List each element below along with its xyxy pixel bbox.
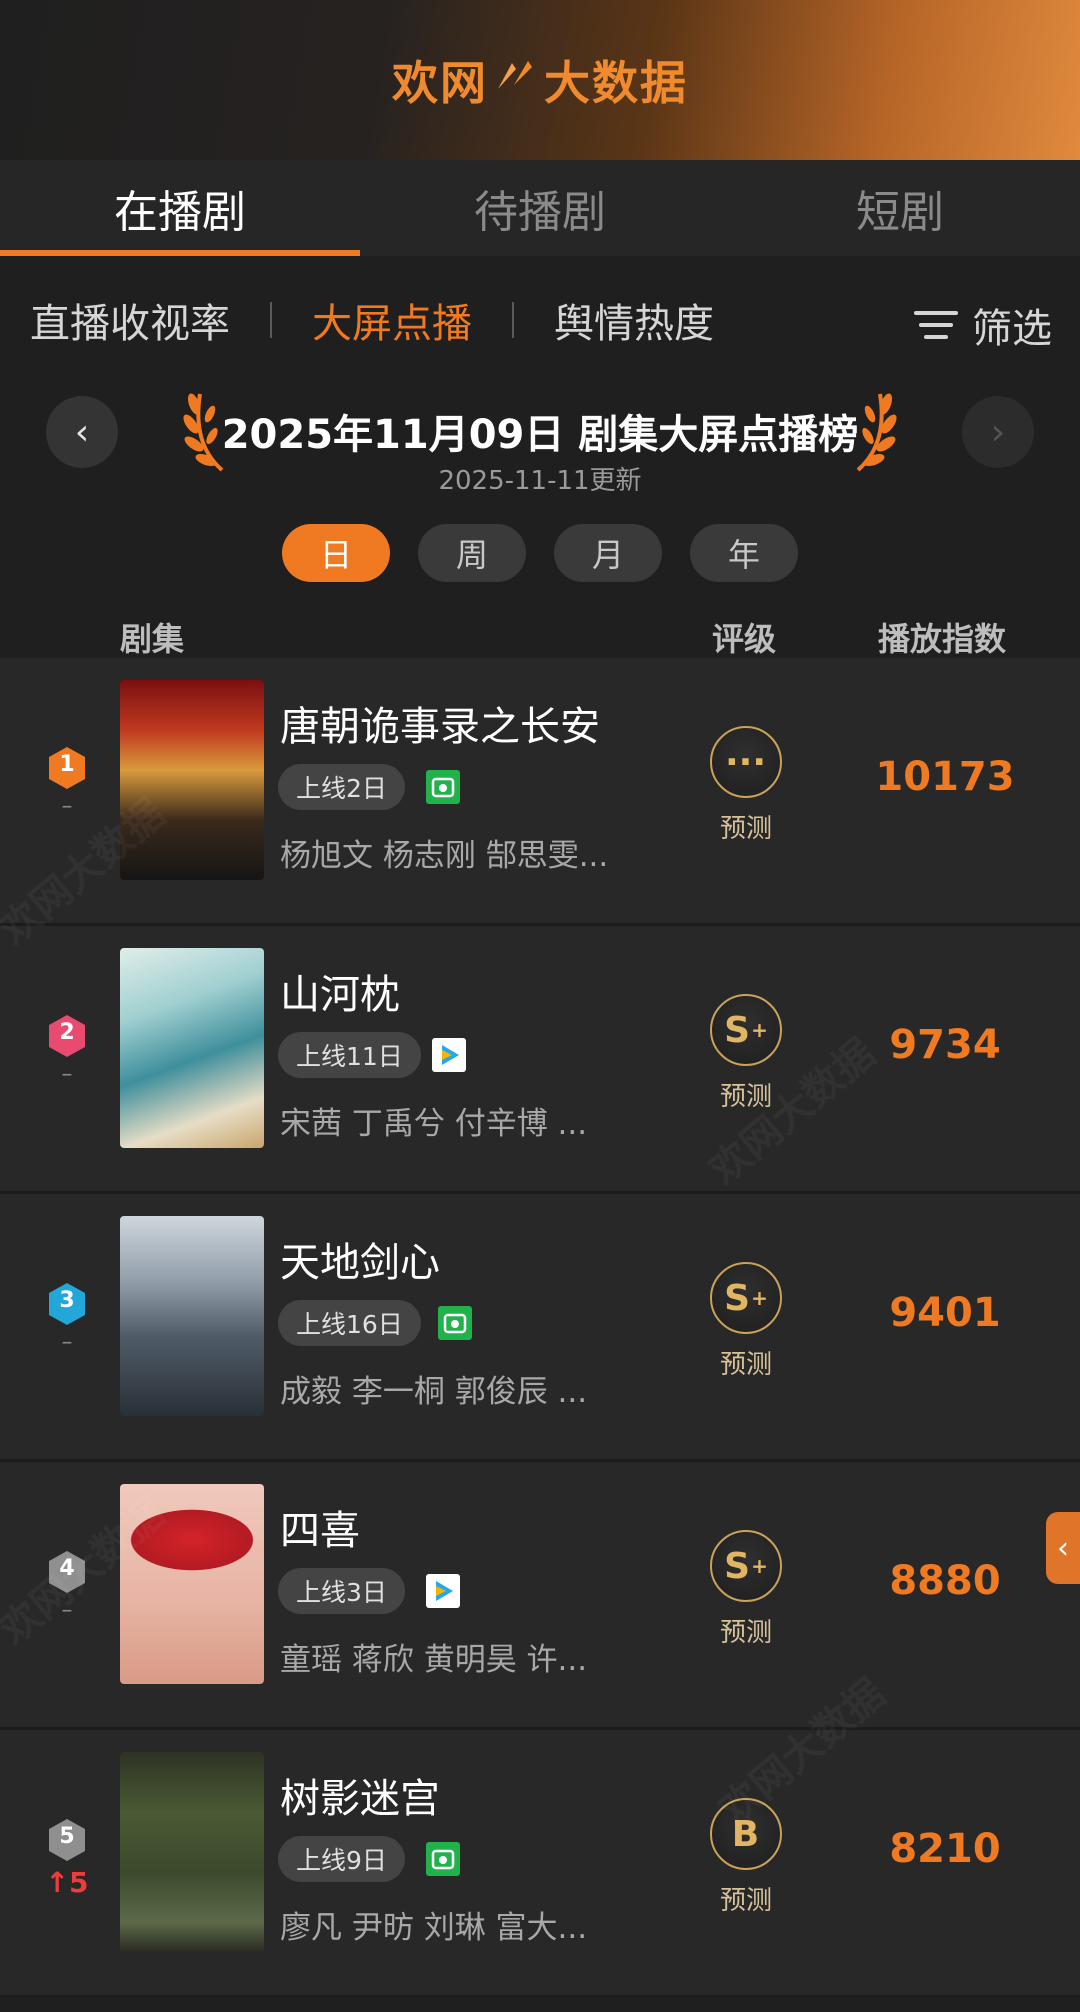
grade-badge: S + — [710, 994, 782, 1066]
rank-trend-up: ↑5 — [45, 1866, 89, 1899]
nav-vod[interactable]: 大屏点播 — [312, 291, 472, 349]
play-index-value: 9401 — [889, 1290, 1001, 1336]
rank-trend: – — [61, 794, 73, 819]
tencent-video-icon — [432, 1038, 466, 1072]
table-header: 剧集 评级 播放指数 — [0, 610, 1080, 660]
filter-label: 筛选 — [972, 306, 1052, 352]
rank-trend: – — [61, 1598, 73, 1623]
grade-label: 预测 — [719, 1886, 772, 1916]
grade-badge: B — [710, 1798, 782, 1870]
cast-list: 廖凡 尹昉 刘琳 富大... — [280, 1910, 588, 1946]
period-day[interactable]: 日 — [282, 524, 390, 582]
rank-trend: – — [61, 1062, 73, 1087]
iqiyi-icon — [426, 1842, 460, 1876]
period-week[interactable]: 周 — [418, 524, 526, 582]
days-online-badge: 上线16日 — [278, 1300, 421, 1346]
poster-image[interactable] — [120, 1752, 264, 1952]
period-selector: 日 周 月 年 — [282, 524, 798, 582]
cast-list: 童瑶 蒋欣 黄明昊 许... — [280, 1642, 588, 1678]
col-play-index: 播放指数 — [878, 620, 1007, 658]
ranking-title: 2025年11月09日 剧集大屏点播榜 — [221, 412, 859, 458]
cast-list: 杨旭文 杨志刚 郜思雯... — [280, 838, 609, 874]
rank-badge: 5 — [47, 1818, 87, 1862]
period-month[interactable]: 月 — [554, 524, 662, 582]
rank-badge: 4 — [47, 1550, 87, 1594]
table-row[interactable]: 2 – 山河枕 上线11日 宋茜 丁禹兮 付辛博 ... S + 预测 9734 — [0, 926, 1080, 1194]
filter-icon — [914, 307, 958, 343]
rank-trend: – — [61, 1330, 73, 1355]
logo-text-2: 大数据 — [544, 56, 688, 110]
category-tabs: 在播剧 待播剧 短剧 — [0, 160, 1080, 256]
period-year[interactable]: 年 — [690, 524, 798, 582]
tab-upcoming[interactable]: 待播剧 — [360, 160, 720, 256]
play-index-value: 8880 — [889, 1558, 1001, 1604]
col-series: 剧集 — [120, 620, 185, 658]
days-online-badge: 上线9日 — [278, 1836, 405, 1882]
grade-badge: S + — [710, 1262, 782, 1334]
table-row[interactable]: 1 – 唐朝诡事录之长安 上线2日 杨旭文 杨志刚 郜思雯... ··· 预测 … — [0, 658, 1080, 926]
ranking-list: 1 – 唐朝诡事录之长安 上线2日 杨旭文 杨志刚 郜思雯... ··· 预测 … — [0, 658, 1080, 1998]
date-selector: ‹ 2025年11月09日 剧集大屏点播榜 2025-11-11更新 › — [0, 380, 1080, 500]
divider — [270, 302, 272, 338]
days-online-badge: 上线2日 — [278, 764, 405, 810]
cast-list: 宋茜 丁禹兮 付辛博 ... — [280, 1106, 588, 1142]
series-title[interactable]: 唐朝诡事录之长安 — [280, 694, 600, 752]
tab-short-drama[interactable]: 短剧 — [720, 160, 1080, 256]
chevron-right-icon: › — [990, 411, 1006, 453]
play-index-value: 9734 — [889, 1022, 1001, 1068]
cast-list: 成毅 李一桐 郭俊辰 ... — [280, 1374, 588, 1410]
chevron-left-icon: ‹ — [1057, 1530, 1069, 1566]
rank-badge: 1 — [47, 746, 87, 790]
iqiyi-icon — [438, 1306, 472, 1340]
tab-airing[interactable]: 在播剧 — [0, 160, 360, 256]
huan-bigdata-logo: 欢网 大数据 — [392, 47, 688, 113]
series-title[interactable]: 天地剑心 — [280, 1230, 440, 1288]
grade-badge: S + — [710, 1530, 782, 1602]
series-title[interactable]: 四喜 — [280, 1498, 360, 1556]
col-grade: 评级 — [712, 620, 777, 658]
poster-image[interactable] — [120, 1216, 264, 1416]
table-row[interactable]: 5 ↑5 树影迷宫 上线9日 廖凡 尹昉 刘琳 富大... B 预测 8210 — [0, 1730, 1080, 1998]
series-title[interactable]: 山河枕 — [280, 962, 400, 1020]
play-index-value: 8210 — [889, 1826, 1001, 1872]
table-row[interactable]: 4 – 四喜 上线3日 童瑶 蒋欣 黄明昊 许... S + 预测 8880 — [0, 1462, 1080, 1730]
ranking-type-nav: 直播收视率 大屏点播 舆情热度 筛选 — [0, 270, 1080, 370]
rank-badge: 3 — [47, 1282, 87, 1326]
laurel-right-icon — [856, 393, 897, 472]
poster-image[interactable] — [120, 680, 264, 880]
table-row[interactable]: 3 – 天地剑心 上线16日 成毅 李一桐 郭俊辰 ... S + 预测 9401 — [0, 1194, 1080, 1462]
logo-text: 欢网 — [392, 56, 488, 110]
days-online-badge: 上线3日 — [278, 1568, 405, 1614]
grade-label: 预测 — [719, 1618, 772, 1648]
filter-button[interactable]: 筛选 — [914, 296, 1052, 354]
poster-image[interactable] — [120, 948, 264, 1148]
poster-image[interactable] — [120, 1484, 264, 1684]
grade-label: 预测 — [719, 814, 772, 844]
days-online-badge: 上线11日 — [278, 1032, 421, 1078]
grade-label: 预测 — [719, 1350, 772, 1380]
app-header: 欢网 大数据 — [0, 0, 1080, 160]
iqiyi-icon — [426, 770, 460, 804]
tencent-video-icon — [426, 1574, 460, 1608]
grade-badge: ··· — [710, 726, 782, 798]
grade-label: 预测 — [719, 1082, 772, 1112]
rank-badge: 2 — [47, 1014, 87, 1058]
next-date-button[interactable]: › — [962, 396, 1034, 468]
side-drawer-toggle[interactable]: ‹ — [1046, 1512, 1080, 1584]
play-index-value: 10173 — [875, 754, 1015, 800]
nav-public-opinion[interactable]: 舆情热度 — [554, 291, 714, 349]
logo-mark-icon — [494, 55, 538, 105]
updated-date: 2025-11-11更新 — [438, 466, 642, 496]
nav-live-ratings[interactable]: 直播收视率 — [30, 291, 230, 349]
divider — [512, 302, 514, 338]
series-title[interactable]: 树影迷宫 — [280, 1766, 440, 1824]
